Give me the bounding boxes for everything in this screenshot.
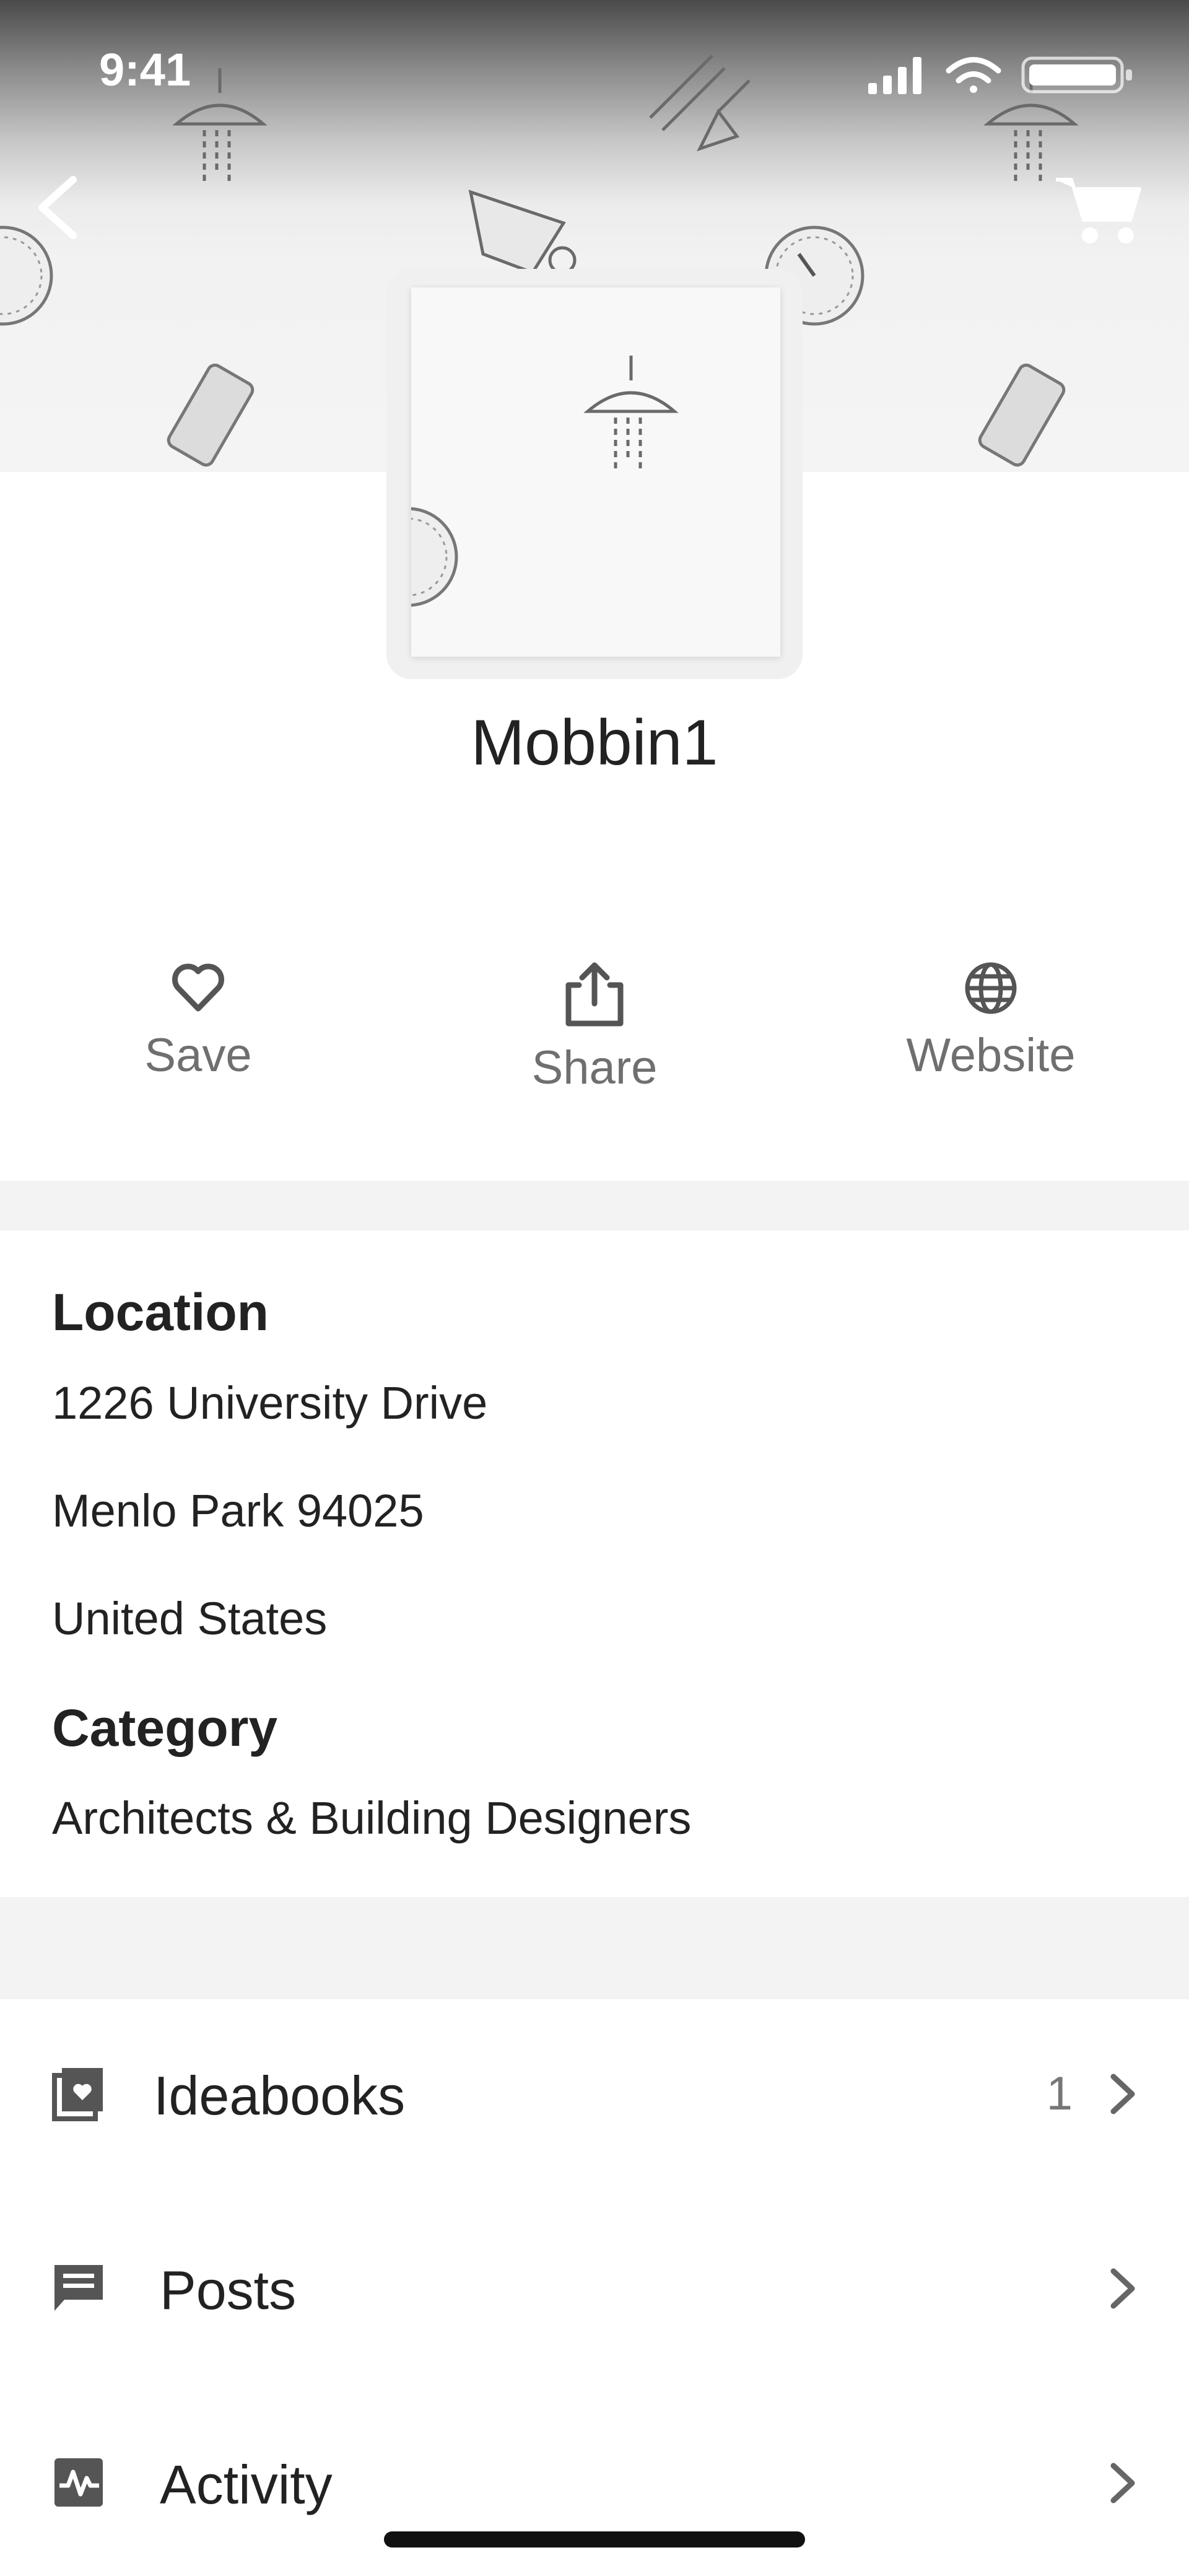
list-item-activity[interactable]: Activity bbox=[0, 2390, 1189, 2576]
section-divider bbox=[0, 1897, 1189, 1999]
wifi-icon bbox=[946, 57, 1001, 93]
list-item-ideabooks[interactable]: Ideabooks 1 bbox=[0, 2001, 1189, 2187]
battery-icon bbox=[1021, 56, 1132, 94]
share-icon bbox=[565, 962, 624, 1027]
signal-icon bbox=[868, 57, 921, 94]
address-line-1: 1226 University Drive bbox=[52, 1377, 488, 1429]
list-item-count: 1 bbox=[1046, 2067, 1073, 2120]
website-label: Website bbox=[906, 1029, 1076, 1082]
profile-name: Mobbin1 bbox=[471, 707, 718, 779]
location-heading: Location bbox=[52, 1283, 269, 1341]
activity-icon bbox=[54, 2458, 103, 2507]
share-label: Share bbox=[531, 1041, 658, 1094]
status-time: 9:41 bbox=[99, 44, 191, 95]
shovel-icon bbox=[649, 55, 751, 152]
home-indicator[interactable] bbox=[384, 2531, 805, 2548]
address-line-2: Menlo Park 94025 bbox=[52, 1485, 424, 1536]
ideabook-icon bbox=[52, 2068, 103, 2121]
list-item-label: Activity bbox=[160, 2454, 333, 2515]
heart-icon bbox=[172, 963, 224, 1012]
shower-icon bbox=[583, 356, 679, 473]
globe-icon bbox=[965, 962, 1017, 1014]
website-button[interactable]: Website bbox=[830, 960, 1152, 1109]
phone-icon bbox=[978, 363, 1066, 467]
list-item-label: Ideabooks bbox=[154, 2065, 406, 2126]
save-button[interactable]: Save bbox=[37, 960, 359, 1109]
save-label: Save bbox=[144, 1029, 252, 1082]
comment-icon bbox=[54, 2265, 103, 2311]
category-heading: Category bbox=[52, 1699, 278, 1757]
list-item-label: Posts bbox=[160, 2259, 297, 2321]
gauge-icon bbox=[411, 507, 458, 607]
chevron-right-icon bbox=[1110, 2074, 1135, 2114]
status-icons bbox=[868, 56, 1132, 94]
profile-avatar[interactable] bbox=[411, 287, 780, 657]
chevron-right-icon bbox=[1110, 2268, 1135, 2309]
share-button[interactable]: Share bbox=[433, 960, 756, 1109]
chevron-right-icon bbox=[1110, 2463, 1135, 2504]
section-divider bbox=[0, 1181, 1189, 1230]
address-line-3: United States bbox=[52, 1593, 328, 1644]
cart-icon[interactable] bbox=[1053, 167, 1146, 248]
phone-icon bbox=[167, 363, 255, 467]
list-item-posts[interactable]: Posts bbox=[0, 2196, 1189, 2381]
category-value: Architects & Building Designers bbox=[52, 1792, 692, 1844]
profile-avatar-frame bbox=[386, 269, 803, 679]
back-chevron-icon[interactable] bbox=[24, 167, 92, 248]
